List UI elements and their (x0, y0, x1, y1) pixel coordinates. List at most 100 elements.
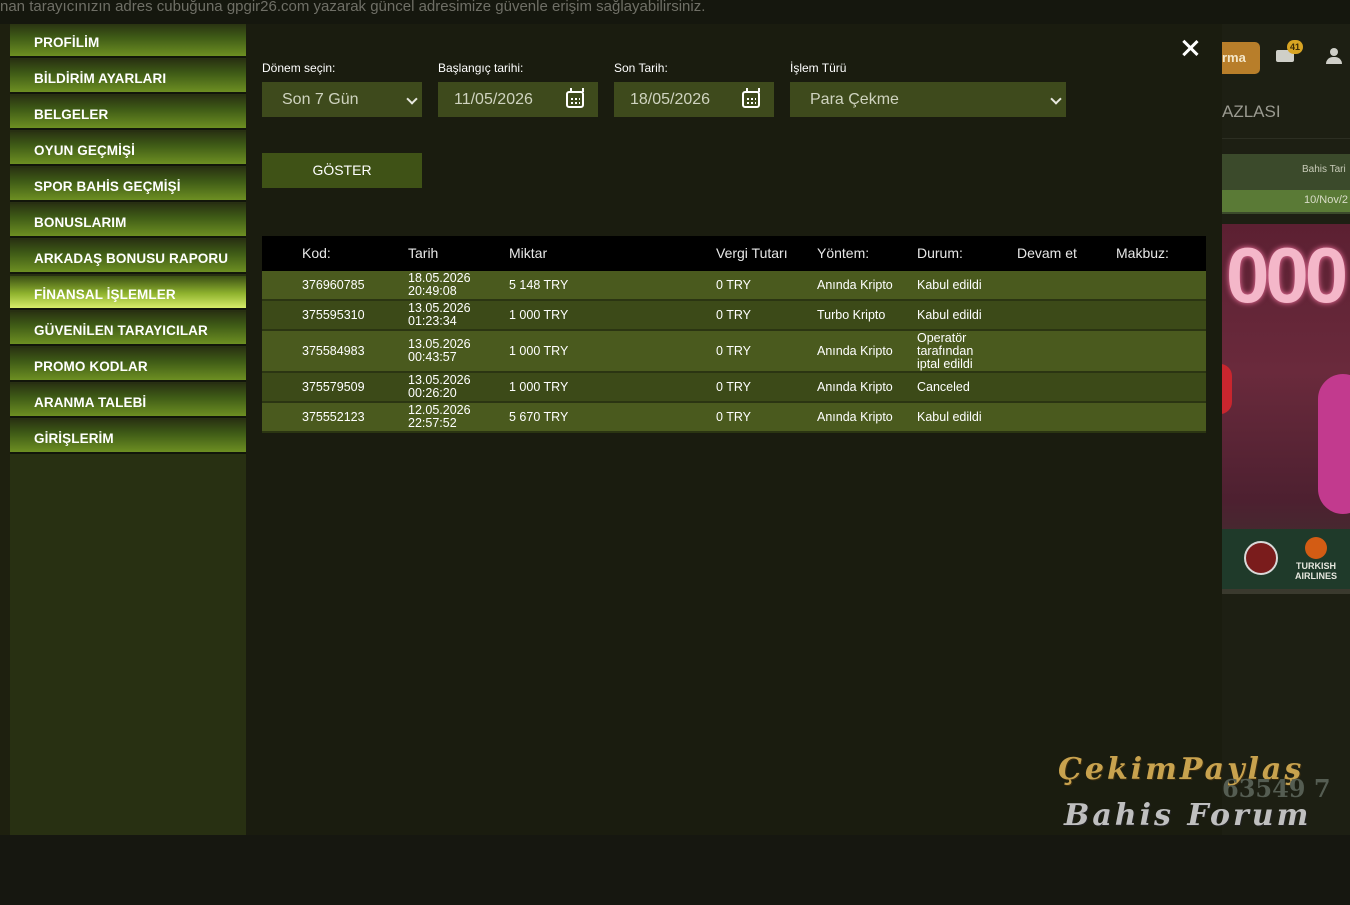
sidebar-item[interactable]: FİNANSAL İŞLEMLER (10, 276, 246, 310)
background-table-cell: 10/Nov/2 (1304, 194, 1349, 206)
column-header: Miktar (509, 245, 548, 261)
sidebar-item[interactable]: ARKADAŞ BONUSU RAPORU (10, 240, 246, 274)
transaction-type-label: İşlem Türü (790, 61, 847, 75)
background-table-row: 10/Nov/2 (1222, 190, 1350, 212)
cell-code: 375552123 (302, 410, 365, 424)
sidebar-item[interactable]: SPOR BAHİS GEÇMİŞİ (10, 168, 246, 202)
cell-time: 00:26:20 (408, 386, 457, 400)
start-date-value: 11/05/2026 (454, 91, 533, 108)
calendar-icon[interactable] (566, 88, 584, 108)
address-banner: nan tarayıcınızın adres cubuğuna gpgir26… (0, 0, 706, 15)
chevron-down-icon (1050, 93, 1062, 105)
cell-status: Operatör tarafından iptal edildi (917, 331, 974, 371)
background-divider (1222, 138, 1350, 139)
cell-code: 375595310 (302, 308, 365, 322)
background-table-header: Bahis Tari (1302, 164, 1346, 175)
cell-method: Anında Kripto (817, 344, 893, 358)
show-button[interactable]: GÖSTER (262, 153, 422, 188)
cell-tax: 0 TRY (716, 308, 751, 322)
cell-code: 375579509 (302, 380, 365, 394)
cell-status: Kabul edildi (917, 410, 982, 424)
watermark-line2: Bahis Forum (1064, 798, 1312, 833)
table-row: 375552123 5 670 TRY 0 TRY Anında Kripto 12.0… (262, 403, 1206, 433)
forum-watermark: ÇekimPaylaş 63549 7 Bahis Forum (1058, 752, 1350, 842)
mail-badge: 41 (1287, 40, 1303, 54)
cell-tax: 0 TRY (716, 410, 751, 424)
cell-time: 22:57:52 (408, 416, 457, 430)
table-row: 375584983 1 000 TRY 0 TRY Anında Kripto 13.0… (262, 331, 1206, 373)
account-modal: PROFİLİM BİLDİRİM AYARLARI BELGELER OYUN GE… (10, 24, 1222, 835)
promo-decoration (1318, 374, 1350, 514)
column-header: Yöntem: (817, 245, 870, 261)
cell-amount: 1 000 TRY (509, 344, 569, 358)
table-row: 375595310 1 000 TRY 0 TRY Turbo Kripto 13.05… (262, 301, 1206, 331)
sidebar-item[interactable]: BİLDİRİM AYARLARI (10, 60, 246, 94)
cell-status: Kabul edildi (917, 278, 982, 292)
cell-method: Anında Kripto (817, 410, 893, 424)
cell-status: Kabul edildi (917, 308, 982, 322)
cell-time: 00:43:57 (408, 350, 457, 364)
euroleague-logo-text: TURKISH AIRLINES (1294, 561, 1337, 581)
period-select[interactable]: Son 7 Gün (262, 82, 422, 117)
club-logo-icon (1244, 541, 1278, 575)
column-header: Devam et (1017, 245, 1077, 261)
transactions-table: Kod: Tarih Miktar Vergi Tutarı Yöntem: Durum:… (262, 236, 1206, 433)
cell-tax: 0 TRY (716, 344, 751, 358)
cell-tax: 0 TRY (716, 380, 751, 394)
account-sidebar: PROFİLİM BİLDİRİM AYARLARI BELGELER OYUN GE… (10, 24, 246, 835)
cell-status: Canceled (917, 380, 970, 394)
sponsor-logos: TURKISH AIRLINES (1222, 529, 1350, 589)
promo-number: 000 (1226, 231, 1348, 319)
end-date-field[interactable]: 18/05/2026 (614, 82, 774, 117)
sidebar-item[interactable]: GÜVENİLEN TARAYICILAR (10, 312, 246, 346)
chevron-down-icon (406, 93, 418, 105)
column-header: Durum: (917, 245, 963, 261)
cell-amount: 1 000 TRY (509, 308, 569, 322)
sidebar-item[interactable]: OYUN GEÇMİŞİ (10, 132, 246, 166)
background-bottom (0, 835, 1350, 905)
cell-amount: 5 670 TRY (509, 410, 569, 424)
table-body: 376960785 5 148 TRY 0 TRY Anında Kripto 18.0… (262, 271, 1206, 433)
header-partial-button: rma (1222, 42, 1260, 74)
sidebar-item[interactable]: BONUSLARIM (10, 204, 246, 238)
cell-amount: 5 148 TRY (509, 278, 569, 292)
close-icon[interactable] (1178, 36, 1202, 60)
period-label: Dönem seçin: (262, 61, 336, 75)
cell-method: Anında Kripto (817, 380, 893, 394)
cell-method: Turbo Kripto (817, 308, 886, 322)
end-date-label: Son Tarih: (614, 61, 668, 75)
start-date-field[interactable]: 11/05/2026 (438, 82, 598, 117)
sidebar-item[interactable]: GİRİŞLERİM (10, 420, 246, 454)
sidebar-item[interactable]: PROMO KODLAR (10, 348, 246, 382)
start-date-label: Başlangıç tarihi: (438, 61, 524, 75)
column-header: Vergi Tutarı (716, 245, 788, 261)
cell-time: 01:23:34 (408, 314, 457, 328)
background-left-strip (0, 24, 10, 835)
cell-time: 20:49:08 (408, 284, 457, 298)
cell-method: Anında Kripto (817, 278, 893, 292)
cell-code: 376960785 (302, 278, 365, 292)
promo-decoration (1222, 364, 1232, 414)
transaction-type-value: Para Çekme (810, 91, 899, 108)
user-icon (1326, 48, 1342, 64)
table-header: Kod: Tarih Miktar Vergi Tutarı Yöntem: Durum:… (262, 236, 1206, 271)
table-row: 375579509 1 000 TRY 0 TRY Anında Kripto 13.0… (262, 373, 1206, 403)
column-header: Makbuz: (1116, 245, 1169, 261)
transaction-type-select[interactable]: Para Çekme (790, 82, 1066, 117)
background-section-title: AZLASI (1222, 102, 1281, 121)
end-date-value: 18/05/2026 (630, 91, 711, 108)
period-select-value: Son 7 Gün (282, 91, 359, 108)
cell-code: 375584983 (302, 344, 365, 358)
sidebar-item[interactable]: PROFİLİM (10, 24, 246, 58)
cell-tax: 0 TRY (716, 278, 751, 292)
euroleague-logo: TURKISH AIRLINES (1292, 537, 1340, 581)
calendar-icon[interactable] (742, 88, 760, 108)
sidebar-item[interactable]: ARANMA TALEBİ (10, 384, 246, 418)
background-table: Bahis Tari 10/Nov/2 (1222, 154, 1350, 214)
basketball-icon (1305, 537, 1327, 559)
column-header: Kod: (302, 245, 331, 261)
cell-amount: 1 000 TRY (509, 380, 569, 394)
column-header: Tarih (408, 245, 439, 261)
sidebar-item[interactable]: BELGELER (10, 96, 246, 130)
table-row: 376960785 5 148 TRY 0 TRY Anında Kripto 18.0… (262, 271, 1206, 301)
